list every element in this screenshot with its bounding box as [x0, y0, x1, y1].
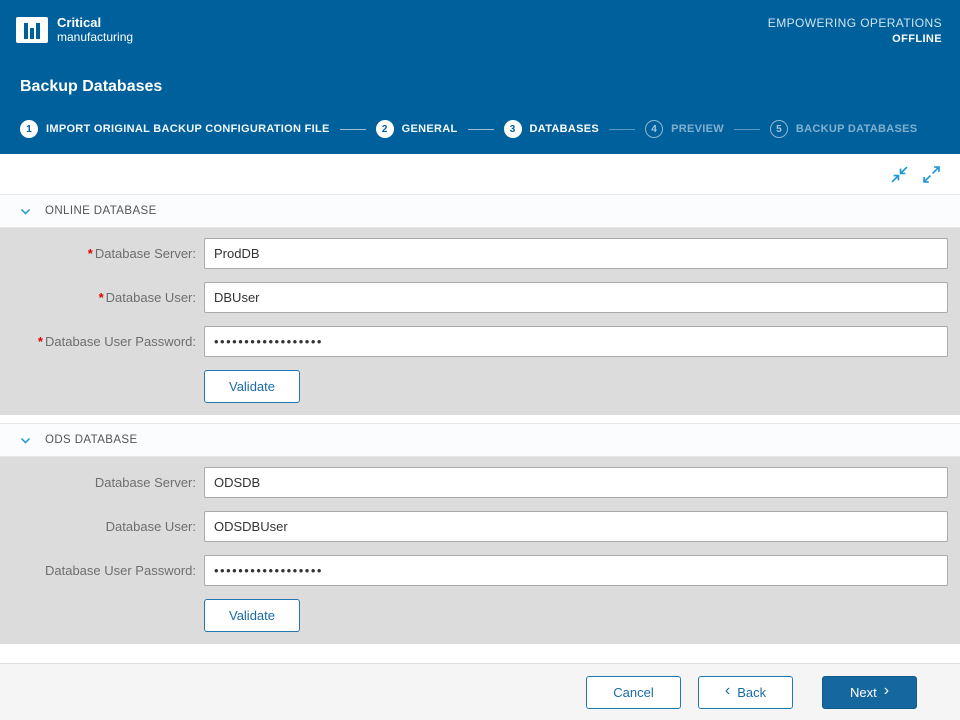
- wizard-step-import[interactable]: 1 IMPORT ORIGINAL BACKUP CONFIGURATION F…: [20, 120, 330, 138]
- page-title: Backup Databases: [20, 78, 940, 96]
- online-database-user-input[interactable]: [204, 282, 948, 313]
- section-title: ONLINE DATABASE: [45, 205, 157, 217]
- page-header: Backup Databases 1 IMPORT ORIGINAL BACKU…: [0, 60, 960, 154]
- step-label: BACKUP DATABASES: [796, 123, 918, 135]
- step-label: PREVIEW: [671, 123, 724, 135]
- wizard-step-general[interactable]: 2 GENERAL: [376, 120, 458, 138]
- cancel-button[interactable]: Cancel: [586, 676, 681, 709]
- ods-database-user-input[interactable]: [204, 511, 948, 542]
- online-database-panel: *Database Server: *Database User: *Datab…: [0, 228, 960, 415]
- step-number-badge: 5: [770, 120, 788, 138]
- required-asterisk: *: [99, 290, 104, 305]
- field-label: *Database Server:: [0, 246, 204, 261]
- step-label: DATABASES: [530, 123, 600, 135]
- logo-bar: [30, 28, 34, 39]
- step-connector: [340, 129, 366, 130]
- field-row: Database User Password:: [0, 555, 960, 586]
- section-gap: [0, 415, 960, 423]
- ods-database-server-input[interactable]: [204, 467, 948, 498]
- logo-bar: [24, 23, 28, 39]
- online-database-password-input[interactable]: [204, 326, 948, 357]
- online-database-server-input[interactable]: [204, 238, 948, 269]
- step-number-badge: 4: [645, 120, 663, 138]
- view-toolbar: [0, 154, 960, 194]
- required-asterisk: *: [38, 334, 43, 349]
- collapse-all-icon[interactable]: [891, 166, 908, 183]
- field-row: Database Server:: [0, 467, 960, 498]
- ods-database-panel: Database Server: Database User: Database…: [0, 457, 960, 644]
- back-button[interactable]: ‹ Back: [698, 676, 793, 709]
- logo-bar: [36, 23, 40, 39]
- wizard-step-backup-databases[interactable]: 5 BACKUP DATABASES: [770, 120, 918, 138]
- brand-name: Critical: [57, 16, 133, 30]
- wizard-footer: Cancel ‹ Back Next ›: [0, 663, 960, 720]
- field-label: Database User:: [0, 519, 204, 534]
- field-row: Database User:: [0, 511, 960, 542]
- section-header-ods-database[interactable]: ODS DATABASE: [0, 423, 960, 457]
- required-asterisk: *: [88, 246, 93, 261]
- field-row: *Database User:: [0, 282, 960, 313]
- field-label: Database Server:: [0, 475, 204, 490]
- next-chevron-icon: ›: [884, 683, 889, 699]
- section-title: ODS DATABASE: [45, 434, 138, 446]
- step-label: IMPORT ORIGINAL BACKUP CONFIGURATION FIL…: [46, 123, 330, 135]
- field-row: *Database Server:: [0, 238, 960, 269]
- field-label: *Database User:: [0, 290, 204, 305]
- wizard-step-databases[interactable]: 3 DATABASES: [504, 120, 600, 138]
- field-label: *Database User Password:: [0, 334, 204, 349]
- step-label: GENERAL: [402, 123, 458, 135]
- brand: Critical manufacturing: [16, 16, 133, 43]
- chevron-down-icon: [19, 205, 32, 218]
- field-label: Database User Password:: [0, 563, 204, 578]
- critical-manufacturing-logo-icon: [16, 17, 48, 43]
- main-content: ONLINE DATABASE *Database Server: *Datab…: [0, 154, 960, 663]
- step-number-badge: 2: [376, 120, 394, 138]
- step-connector: [468, 129, 494, 130]
- brand-text: Critical manufacturing: [57, 16, 133, 43]
- expand-all-icon[interactable]: [923, 166, 940, 183]
- ods-database-password-input[interactable]: [204, 555, 948, 586]
- topbar-right: EMPOWERING OPERATIONS OFFLINE: [768, 16, 942, 45]
- wizard-step-preview[interactable]: 4 PREVIEW: [645, 120, 724, 138]
- app-window: Critical manufacturing EMPOWERING OPERAT…: [0, 0, 960, 720]
- next-button[interactable]: Next ›: [822, 676, 917, 709]
- step-connector: [609, 129, 635, 130]
- tagline-text: EMPOWERING OPERATIONS: [768, 16, 942, 30]
- validate-row: Validate: [0, 370, 960, 403]
- step-number-badge: 3: [504, 120, 522, 138]
- ods-validate-button[interactable]: Validate: [204, 599, 300, 632]
- back-chevron-icon: ‹: [725, 683, 730, 699]
- field-row: *Database User Password:: [0, 326, 960, 357]
- validate-row: Validate: [0, 599, 960, 632]
- section-header-online-database[interactable]: ONLINE DATABASE: [0, 194, 960, 228]
- step-number-badge: 1: [20, 120, 38, 138]
- offline-status: OFFLINE: [768, 33, 942, 45]
- brand-subname: manufacturing: [57, 31, 133, 44]
- online-validate-button[interactable]: Validate: [204, 370, 300, 403]
- step-connector: [734, 129, 760, 130]
- wizard-steps: 1 IMPORT ORIGINAL BACKUP CONFIGURATION F…: [20, 120, 940, 138]
- chevron-down-icon: [19, 434, 32, 447]
- top-app-bar: Critical manufacturing EMPOWERING OPERAT…: [0, 0, 960, 60]
